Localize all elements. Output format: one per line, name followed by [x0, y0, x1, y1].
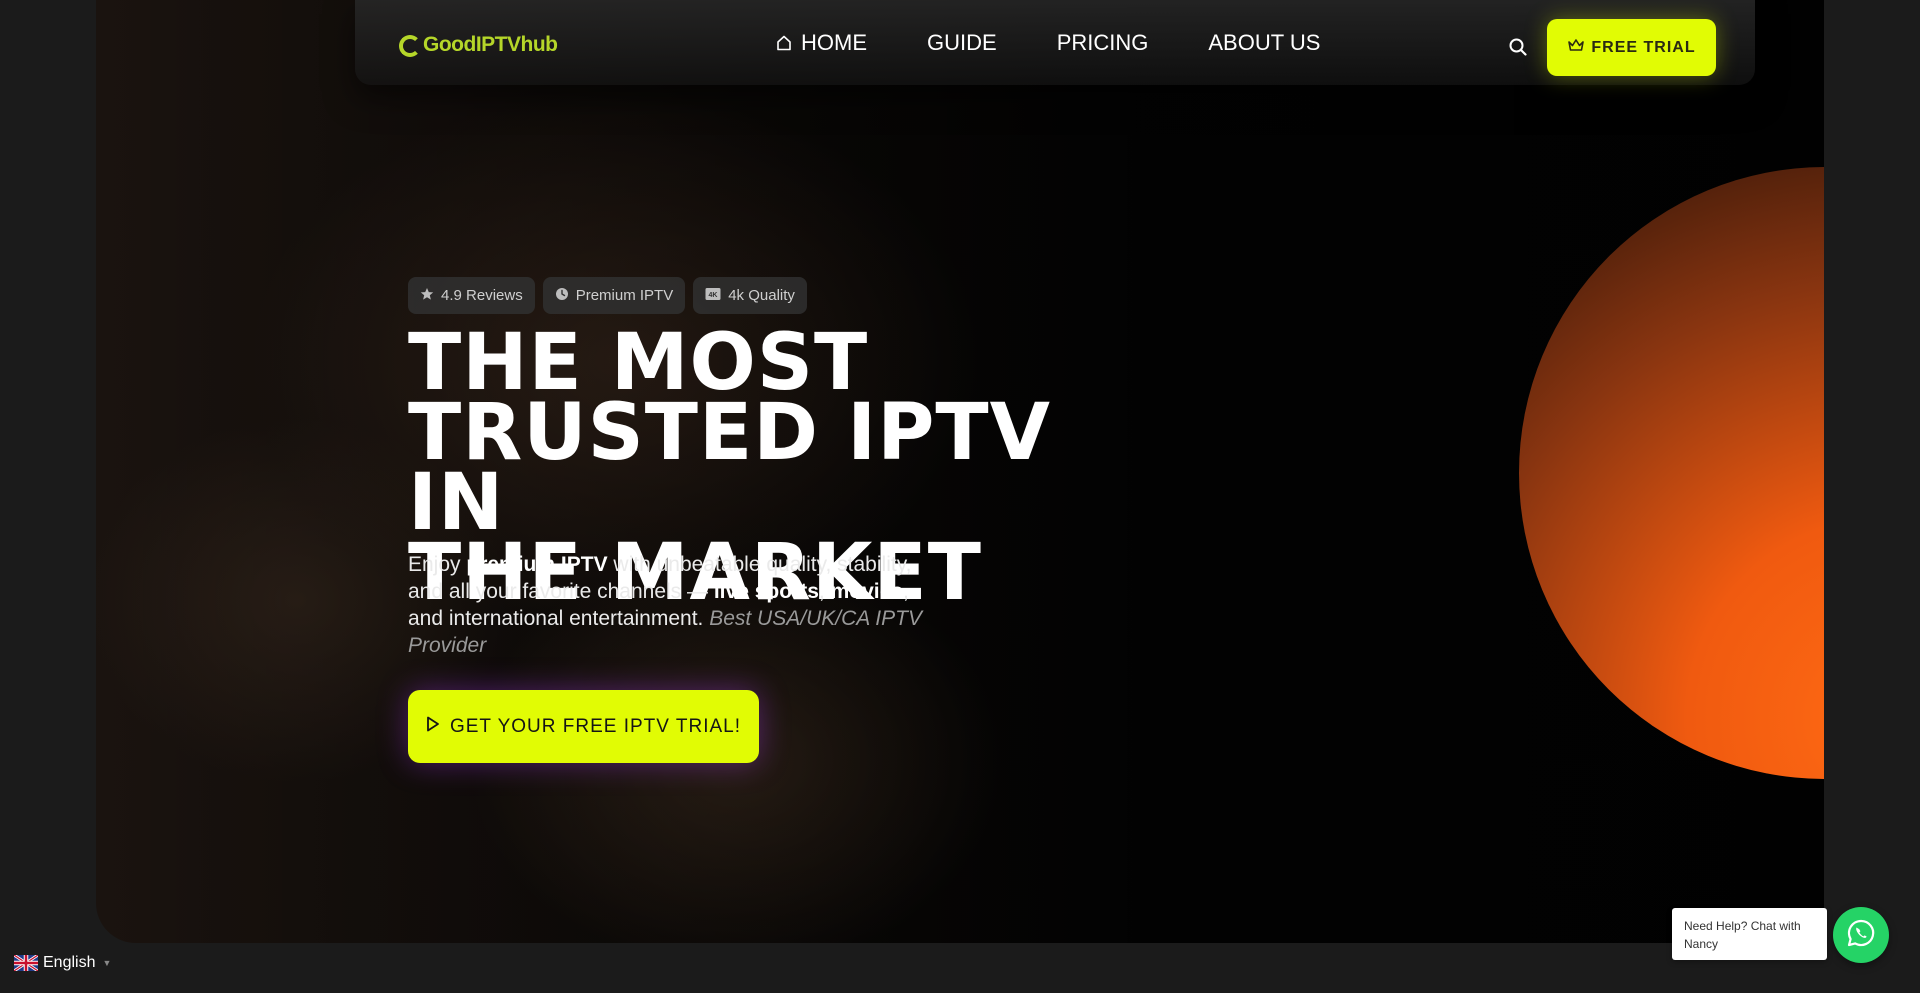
- nav-link-label: PRICING: [1056, 30, 1149, 55]
- uk-flag-icon: [14, 955, 38, 971]
- badge-label: 4.9 Reviews: [441, 287, 523, 304]
- description-text: ,: [818, 580, 831, 603]
- caret-down-icon: ▼: [102, 958, 112, 968]
- home-icon: [775, 34, 793, 52]
- site-logo[interactable]: GoodIPTVhub: [399, 30, 558, 60]
- description-text: Enjoy: [408, 553, 467, 576]
- badge-label: 4k Quality: [728, 287, 795, 304]
- chat-help-bubble[interactable]: Need Help? Chat with Nancy: [1672, 908, 1827, 960]
- nav-link-label: GUIDE: [927, 30, 997, 55]
- nav-link-home[interactable]: HOME: [775, 30, 867, 56]
- play-icon: [426, 716, 440, 738]
- hero-description: Enjoy premium IPTV with unbeatable quali…: [408, 551, 948, 659]
- badge-quality: 4K 4k Quality: [693, 277, 807, 314]
- description-emphasis: movies: [830, 580, 903, 603]
- logo-text: GoodIPTVhub: [423, 33, 558, 56]
- star-icon: [420, 287, 434, 305]
- badge-premium: Premium IPTV: [542, 277, 686, 314]
- description-emphasis: live sports: [713, 580, 819, 603]
- main-nav: HOME GUIDE PRICING ABOUT US: [775, 30, 1380, 56]
- navbar: GoodIPTVhub HOME GUIDE PRICING ABOUT US: [355, 0, 1755, 85]
- nav-link-guide[interactable]: GUIDE: [927, 30, 997, 56]
- headline-line: TRUSTED IPTV IN: [408, 388, 1051, 548]
- language-selector[interactable]: English ▼: [14, 954, 111, 972]
- description-emphasis: premium IPTV: [466, 553, 608, 576]
- nav-link-label: ABOUT US: [1208, 30, 1321, 55]
- 4k-icon: 4K: [705, 287, 721, 305]
- nav-link-pricing[interactable]: PRICING: [1057, 30, 1149, 56]
- hero-section: GoodIPTVhub HOME GUIDE PRICING ABOUT US: [96, 0, 1824, 943]
- clock-icon: [555, 287, 569, 305]
- search-icon[interactable]: [1508, 37, 1528, 57]
- crown-icon: [1567, 37, 1585, 58]
- svg-text:4K: 4K: [709, 292, 718, 299]
- badge-reviews: 4.9 Reviews: [408, 277, 535, 314]
- badge-label: Premium IPTV: [575, 287, 674, 304]
- chat-help-text: Need Help? Chat with Nancy: [1684, 919, 1801, 951]
- hero-badges: 4.9 Reviews Premium IPTV 4K 4k Quality: [408, 277, 807, 314]
- whatsapp-chat-button[interactable]: [1833, 907, 1889, 963]
- free-trial-cta-button[interactable]: GET YOUR FREE IPTV TRIAL!: [408, 690, 759, 763]
- logo-wifi-icon: [399, 35, 421, 57]
- cta-label: GET YOUR FREE IPTV TRIAL!: [449, 715, 742, 737]
- free-trial-label: FREE TRIAL: [1591, 38, 1696, 56]
- free-trial-button[interactable]: FREE TRIAL: [1547, 19, 1716, 76]
- nav-link-about-us[interactable]: ABOUT US: [1208, 30, 1320, 56]
- language-label: English: [43, 954, 96, 971]
- nav-link-label: HOME: [801, 30, 867, 55]
- whatsapp-icon: [1845, 917, 1877, 954]
